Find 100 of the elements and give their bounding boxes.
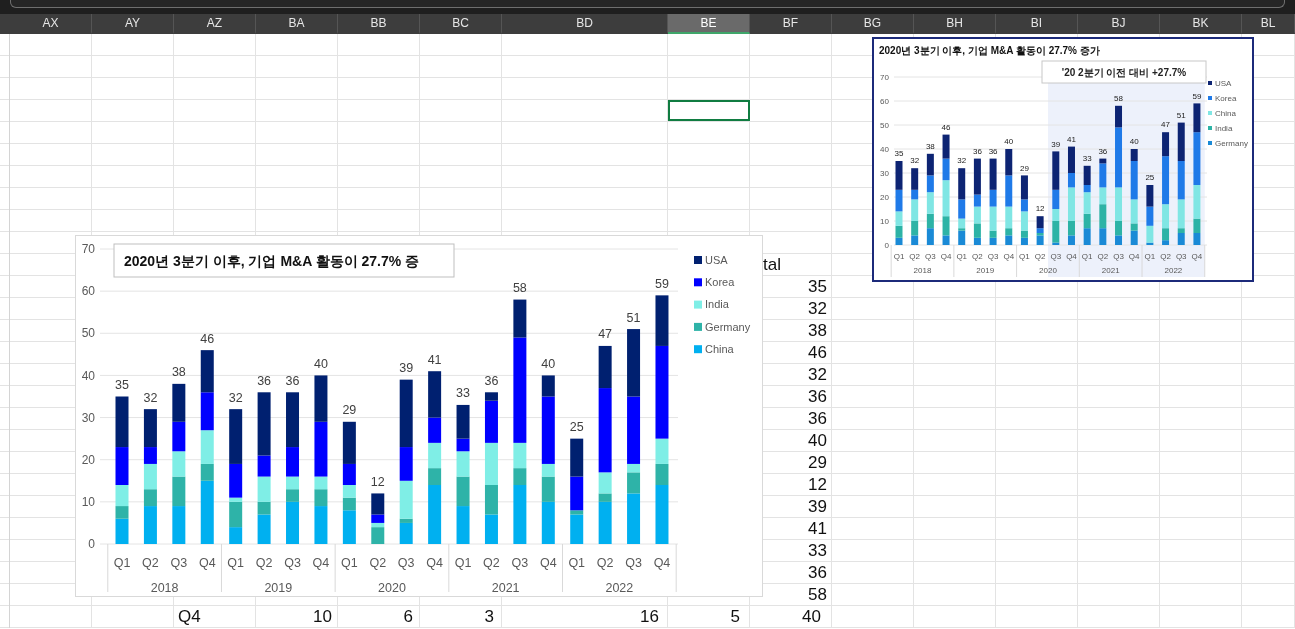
value-label: 59 — [1192, 91, 1202, 101]
axis-label: Q3 — [1050, 251, 1062, 261]
value-label: 40 — [1004, 137, 1014, 147]
value-label: 32 — [143, 390, 158, 405]
axis-label: Q2 — [483, 556, 500, 571]
value-label: 40 — [541, 356, 556, 371]
value-label: 46 — [200, 331, 215, 346]
axis-label: 2021 — [1101, 265, 1120, 275]
value-label: 32 — [957, 156, 967, 166]
axis-label: 60 — [81, 284, 95, 299]
axis-label: 2018 — [913, 265, 932, 275]
axis-label: Q1 — [568, 556, 586, 571]
axis-label: 10 — [880, 216, 889, 226]
table-cell-text: 35 — [807, 276, 828, 297]
table-cell-text: 32 — [807, 364, 828, 385]
value-label: 32 — [910, 156, 920, 166]
axis-label: Q2 — [142, 556, 159, 571]
value-label: 39 — [1051, 139, 1061, 149]
column-header[interactable]: BE — [668, 14, 750, 34]
value-label: 58 — [1114, 94, 1123, 103]
value-label: 47 — [1161, 120, 1170, 130]
chart-title: 2020년 3분기 이후, 기업 M&A 활동이 27.7% 증 — [124, 253, 420, 269]
axis-label: Q4 — [1128, 251, 1140, 261]
value-label: 33 — [1082, 154, 1092, 163]
axis-label: Q2 — [909, 251, 920, 261]
axis-label: 50 — [81, 326, 95, 341]
table-cell-text: 40 — [807, 430, 828, 451]
value-label: 32 — [228, 390, 243, 405]
axis-label: Q3 — [397, 556, 415, 571]
value-label: 29 — [342, 403, 357, 418]
axis-label: 2020 — [378, 581, 406, 594]
axis-label: Q1 — [454, 556, 472, 571]
value-label: 36 — [285, 373, 300, 388]
axis-label: Q4 — [426, 556, 443, 571]
value-label: 35 — [115, 378, 129, 392]
axis-label: Q3 — [925, 251, 936, 261]
value-label: 58 — [512, 281, 527, 296]
table-cell-text: 46 — [807, 342, 828, 363]
legend-label: India — [1215, 123, 1233, 133]
value-label: 36 — [257, 373, 272, 388]
value-label: 59 — [655, 276, 669, 291]
legend-label: Germany — [1215, 138, 1248, 148]
axis-label: 60 — [880, 96, 889, 106]
value-label: 12 — [370, 474, 385, 489]
axis-label: 40 — [880, 144, 889, 154]
axis-label: Q4 — [653, 556, 671, 571]
legend-label: Korea — [1215, 93, 1237, 103]
table-cell-text: 58 — [807, 584, 828, 605]
axis-label: 2021 — [491, 581, 520, 594]
table-cell-text: 36 — [807, 408, 828, 429]
axis-label: Q4 — [1191, 251, 1203, 261]
axis-label: 70 — [81, 242, 95, 257]
value-label: 41 — [427, 352, 442, 367]
table-cell-text: 36 — [807, 562, 828, 583]
axis-label: 2020 — [1039, 265, 1057, 275]
table-cell-text: tal — [762, 254, 782, 275]
legend-label: Korea — [705, 276, 735, 289]
value-label: 40 — [1129, 137, 1139, 147]
table-cell-text: 38 — [807, 320, 828, 341]
axis-label: Q1 — [341, 556, 358, 571]
value-label: 38 — [171, 365, 186, 380]
axis-label: Q2 — [972, 251, 983, 261]
value-label: 47 — [598, 327, 613, 342]
table-cell-text: 5 — [729, 606, 741, 627]
axis-label: Q2 — [1034, 251, 1046, 261]
axis-label: Q3 — [1175, 251, 1187, 261]
axis-label: Q1 — [1019, 251, 1030, 261]
axis-label: 10 — [81, 495, 95, 510]
axis-label: 2018 — [150, 581, 179, 594]
legend-label: China — [705, 343, 734, 356]
axis-label: 20 — [81, 452, 95, 467]
value-label: 36 — [988, 146, 998, 156]
table-cell-text: 16 — [639, 606, 660, 627]
value-label: 36 — [972, 146, 982, 156]
value-label: 39 — [399, 361, 414, 376]
table-cell-text: 3 — [483, 606, 495, 627]
table-cell-text: 36 — [807, 386, 828, 407]
table-cell-text: 32 — [807, 298, 828, 319]
axis-label: 40 — [81, 368, 95, 383]
value-label: 35 — [894, 149, 904, 159]
axis-label: 2019 — [264, 581, 293, 594]
axis-label: Q3 — [625, 556, 642, 571]
axis-label: Q2 — [596, 556, 614, 571]
axis-label: 2019 — [976, 265, 995, 275]
axis-label: Q1 — [1144, 251, 1156, 261]
table-cell-text: Q4 — [177, 606, 202, 627]
axis-label: Q3 — [170, 556, 188, 571]
chart-title: 2020년 3분기 이후, 기업 M&A 활동이 27.7% 증가 — [879, 45, 1100, 56]
axis-label: Q3 — [1113, 251, 1124, 261]
table-cell-text: 39 — [807, 496, 828, 517]
value-label: 51 — [1176, 110, 1186, 120]
table-cell-text: 12 — [807, 474, 828, 495]
axis-label: Q4 — [198, 556, 216, 571]
legend-label: USA — [705, 253, 728, 266]
axis-label: Q3 — [284, 556, 301, 571]
table-cell-text: 41 — [807, 518, 828, 539]
table-cell-text: 10 — [312, 606, 333, 627]
value-label: 41 — [1067, 134, 1076, 144]
legend-label: Germany — [705, 320, 751, 333]
axis-label: 2022 — [1164, 265, 1183, 275]
